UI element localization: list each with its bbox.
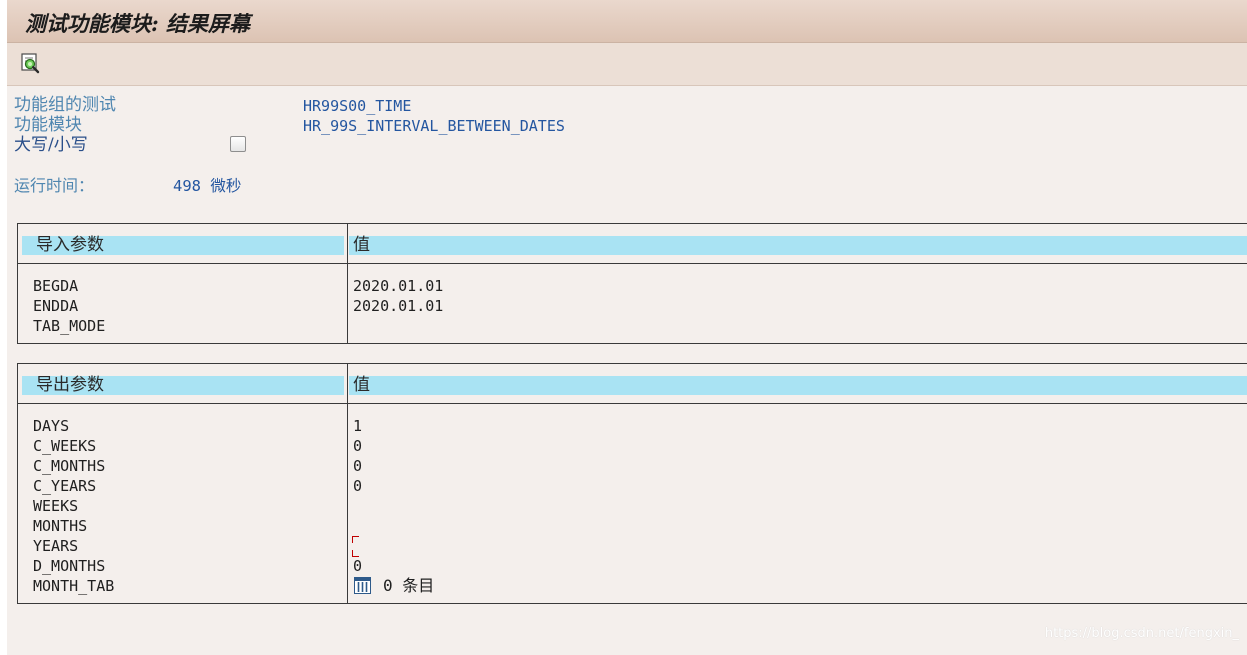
export-header-value: 值: [349, 376, 1247, 395]
export-row-name: C_MONTHS: [33, 457, 106, 475]
import-row-value[interactable]: 2020.01.01: [353, 296, 443, 316]
export-header-name: 导出参数: [22, 376, 344, 395]
title-bar: 测试功能模块: 结果屏幕: [7, 0, 1247, 43]
case-sensitivity-checkbox[interactable]: [230, 136, 246, 152]
header-divider: [18, 403, 1247, 404]
export-row-value[interactable]: 0: [353, 556, 362, 576]
function-module-value: HR_99S_INTERVAL_BETWEEN_DATES: [303, 117, 565, 135]
export-row-name: YEARS: [33, 537, 79, 555]
export-row-name: C_WEEKS: [33, 437, 97, 455]
import-header-name: 导入参数: [22, 236, 344, 255]
search-debug-button[interactable]: [20, 52, 42, 74]
table-view-button[interactable]: [354, 577, 371, 594]
export-row-name: MONTHS: [33, 517, 88, 535]
export-params-table: 导出参数 值 DAYS 1 C_WEEKS 0 C_MONTHS 0 C_YEA…: [17, 363, 1247, 604]
header-divider: [18, 263, 1247, 264]
table-icon: [354, 577, 371, 594]
search-debug-icon: [21, 53, 40, 74]
export-row-name: D_MONTHS: [33, 557, 106, 575]
function-group-value: HR99S00_TIME: [303, 97, 412, 115]
column-divider: [347, 364, 348, 603]
export-row-value[interactable]: 0: [353, 436, 362, 456]
runtime-value: 498 微秒: [173, 177, 242, 195]
case-sensitivity-label: 大写/小写: [14, 135, 88, 155]
month-tab-entries[interactable]: 0 条目: [383, 576, 434, 596]
runtime-label: 运行时间：: [14, 176, 95, 195]
window-title: 测试功能模块: 结果屏幕: [25, 11, 251, 36]
import-params-table: 导入参数 值 BEGDA 2020.01.01 ENDDA 2020.01.01…: [17, 223, 1247, 344]
left-edge: [0, 0, 7, 655]
export-row-value[interactable]: 0: [353, 476, 362, 496]
import-header-value: 值: [349, 236, 1247, 255]
watermark: https://blog.csdn.net/fengxin_: [1044, 626, 1239, 641]
column-divider: [347, 224, 348, 343]
import-row-name: BEGDA: [33, 277, 79, 295]
toolbar: [7, 43, 1247, 86]
import-row-name: TAB_MODE: [33, 317, 106, 335]
import-row-value[interactable]: 2020.01.01: [353, 276, 443, 296]
export-row-name: MONTH_TAB: [33, 577, 115, 595]
export-row-value[interactable]: 1: [353, 416, 362, 436]
function-group-label: 功能组的测试: [14, 95, 116, 115]
export-row-name: C_YEARS: [33, 477, 97, 495]
function-module-label: 功能模块: [14, 115, 82, 135]
import-row-name: ENDDA: [33, 297, 79, 315]
export-row-value[interactable]: 0: [353, 456, 362, 476]
export-row-name: WEEKS: [33, 497, 79, 515]
export-row-name: DAYS: [33, 417, 70, 435]
focus-corner-top-marker: [352, 536, 359, 543]
